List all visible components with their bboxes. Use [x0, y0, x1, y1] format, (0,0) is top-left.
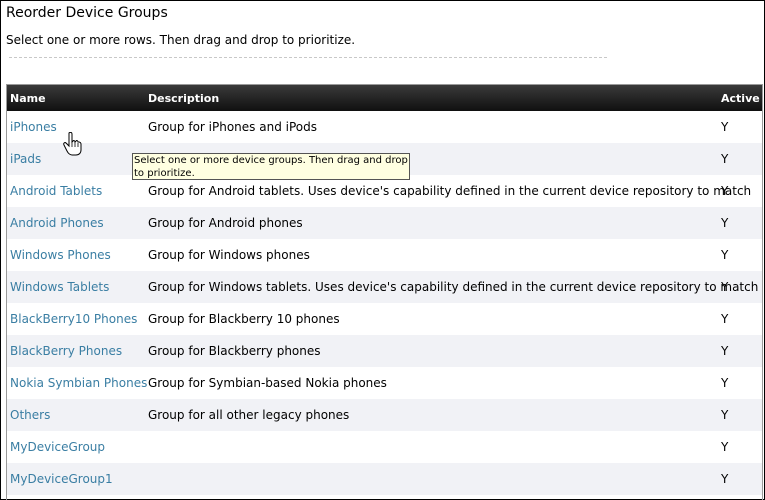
group-name-link[interactable]: Others [10, 408, 50, 422]
group-name-link[interactable]: Nokia Symbian Phones [10, 376, 147, 390]
group-name-link[interactable]: MyDeviceGroup [10, 440, 105, 454]
group-description: Group for Android phones [148, 216, 303, 230]
group-description: Group for Blackberry 10 phones [148, 312, 340, 326]
column-header-name[interactable]: Name [10, 92, 46, 105]
column-header-description[interactable]: Description [148, 92, 219, 105]
group-active-flag: Y [721, 312, 729, 326]
table-row[interactable]: BlackBerry10 Phones Group for Blackberry … [7, 303, 762, 335]
column-header-active[interactable]: Active [721, 92, 760, 105]
group-description: Group for Windows phones [148, 248, 310, 262]
instructions-text: Select one or more rows. Then drag and d… [6, 33, 356, 47]
group-active-flag: Y [721, 120, 729, 134]
table-header: Name Description Active [7, 85, 762, 111]
group-description: Group for Symbian-based Nokia phones [148, 376, 387, 390]
group-name-link[interactable]: iPads [10, 152, 41, 166]
table-row[interactable]: Nokia Symbian Phones Group for Symbian-ba… [7, 367, 762, 399]
tooltip: Select one or more device groups. Then d… [132, 153, 410, 180]
table-row[interactable]: Windows Phones Group for Windows phones Y [7, 239, 762, 271]
group-active-flag: Y [721, 280, 729, 294]
hand-pointer-icon [63, 132, 82, 156]
group-name-link[interactable]: Android Tablets [10, 184, 102, 198]
group-active-flag: Y [721, 184, 729, 198]
group-active-flag: Y [721, 472, 729, 486]
table-row[interactable]: iPhones Group for iPhones and iPods Y [7, 111, 762, 143]
group-active-flag: Y [721, 216, 729, 230]
table-row[interactable]: MyDeviceGroup1 Y [7, 463, 762, 495]
group-name-link[interactable]: Windows Phones [10, 248, 111, 262]
table-row[interactable]: Others Group for all other legacy phones Y [7, 399, 762, 431]
device-groups-table: Name Description Active iPhones Group for… [6, 84, 763, 500]
group-name-link[interactable]: iPhones [10, 120, 57, 134]
table-row[interactable]: MyDeviceGroup Y [7, 431, 762, 463]
group-name-link[interactable]: BlackBerry10 Phones [10, 312, 137, 326]
group-description: Group for all other legacy phones [148, 408, 350, 422]
group-active-flag: Y [721, 376, 729, 390]
group-active-flag: Y [721, 344, 729, 358]
group-description: Group for Blackberry phones [148, 344, 321, 358]
group-description: Group for Windows tablets. Uses device's… [148, 280, 759, 294]
reorder-device-groups-panel: Reorder Device Groups Select one or more… [0, 0, 765, 500]
table-row[interactable]: BlackBerry Phones Group for Blackberry ph… [7, 335, 762, 367]
group-description: Group for Android tablets. Uses device's… [148, 184, 752, 198]
group-active-flag: Y [721, 440, 729, 454]
group-active-flag: Y [721, 248, 729, 262]
group-name-link[interactable]: Android Phones [10, 216, 104, 230]
page-title: Reorder Device Groups [6, 5, 168, 21]
table-row[interactable]: Windows Tablets Group for Windows tablets… [7, 271, 762, 303]
group-description: Group for iPhones and iPods [148, 120, 317, 134]
divider [9, 57, 607, 58]
group-name-link[interactable]: BlackBerry Phones [10, 344, 122, 358]
table-row[interactable]: Android Phones Group for Android phones Y [7, 207, 762, 239]
group-active-flag: Y [721, 152, 729, 166]
group-active-flag: Y [721, 408, 729, 422]
group-name-link[interactable]: MyDeviceGroup1 [10, 472, 113, 486]
group-name-link[interactable]: Windows Tablets [10, 280, 109, 294]
